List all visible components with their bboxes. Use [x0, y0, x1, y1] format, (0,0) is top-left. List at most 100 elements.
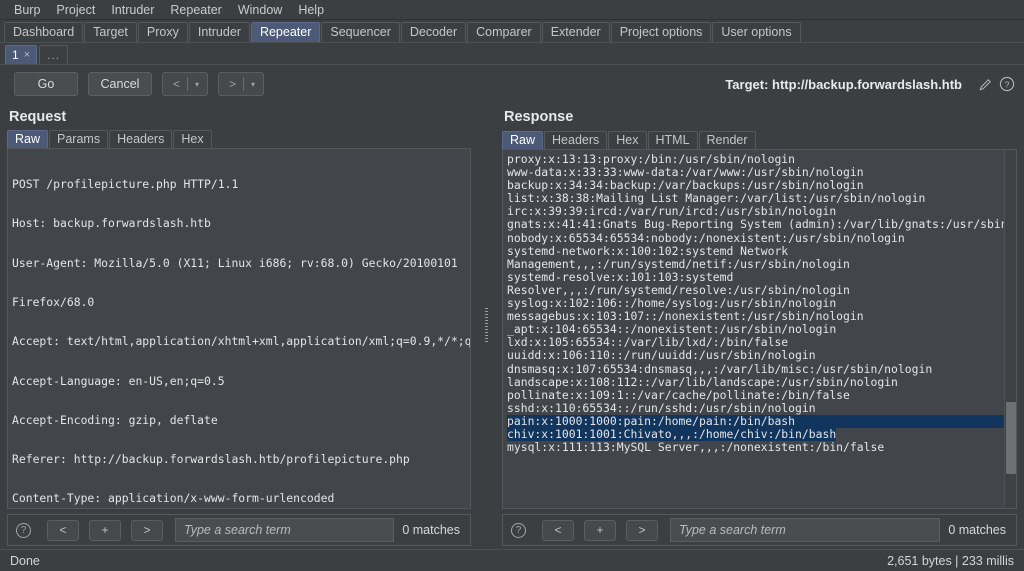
response-line: systemd-network:x:100:102:systemd Networ…	[507, 243, 789, 258]
response-line: nobody:x:65534:65534:nobody:/nonexistent…	[507, 230, 905, 245]
back-arrow-icon: <	[172, 77, 180, 91]
response-line: pain:x:1000:1000:pain:/home/pain:/bin/ba…	[507, 414, 1004, 428]
menu-item-burp[interactable]: Burp	[6, 1, 48, 19]
repeater-tab-add[interactable]: ...	[39, 45, 69, 64]
menu-item-intruder[interactable]: Intruder	[103, 1, 162, 19]
request-search-next-button[interactable]: >	[131, 519, 163, 541]
response-tab-bar: Raw Headers Hex HTML Render	[495, 130, 1024, 149]
response-tab-raw[interactable]: Raw	[502, 131, 544, 149]
response-line: Management,,,:/run/systemd/netif:/usr/sb…	[507, 256, 850, 271]
response-search-prev-button[interactable]: <	[542, 519, 574, 541]
request-line: Firefox/68.0	[12, 295, 95, 310]
response-tab-headers[interactable]: Headers	[544, 131, 608, 149]
menu-item-project[interactable]: Project	[48, 1, 103, 19]
request-tab-headers[interactable]: Headers	[109, 130, 173, 148]
response-editor[interactable]: proxy:x:13:13:proxy:/bin:/usr/sbin/nolog…	[503, 150, 1004, 508]
request-search-prev-button[interactable]: <	[47, 519, 79, 541]
response-tab-hex[interactable]: Hex	[608, 131, 647, 149]
menu-item-window[interactable]: Window	[230, 1, 290, 19]
tab-target[interactable]: Target	[84, 22, 137, 42]
burp-suite-window: Burp Project Intruder Repeater Window He…	[0, 0, 1024, 571]
close-icon[interactable]: ×	[24, 46, 30, 64]
response-search-input[interactable]: Type a search term	[670, 518, 941, 542]
svg-text:?: ?	[1005, 79, 1010, 89]
splitter-grip-icon[interactable]	[485, 308, 488, 344]
repeater-panes: Request Raw Params Headers Hex POST /pro…	[0, 103, 1024, 549]
tab-decoder[interactable]: Decoder	[400, 22, 467, 42]
menu-item-help[interactable]: Help	[290, 1, 332, 19]
back-button[interactable]: < ▾	[162, 72, 208, 96]
request-line: Accept: text/html,application/xhtml+xml,…	[12, 334, 470, 349]
request-line: Referer: http://backup.forwardslash.htb/…	[12, 452, 410, 467]
request-line: User-Agent: Mozilla/5.0 (X11; Linux i686…	[12, 255, 458, 270]
target-label: Target: http://backup.forwardslash.htb	[725, 76, 962, 92]
go-button[interactable]: Go	[14, 72, 78, 96]
response-line: sshd:x:110:65534::/run/sshd:/usr/sbin/no…	[507, 400, 816, 415]
response-search-bar: ? < + > Type a search term 0 matches	[502, 514, 1017, 546]
tab-extender[interactable]: Extender	[541, 22, 610, 42]
response-line: landscape:x:108:112::/var/lib/landscape:…	[507, 374, 898, 389]
response-scrollbar-thumb[interactable]	[1006, 402, 1016, 474]
request-tab-hex[interactable]: Hex	[173, 130, 212, 148]
response-line: systemd-resolve:x:101:103:systemd	[507, 269, 734, 284]
request-title: Request	[9, 109, 67, 125]
tab-project-options[interactable]: Project options	[610, 22, 712, 42]
request-match-count: 0 matches	[402, 523, 460, 537]
response-search-add-button[interactable]: +	[584, 519, 616, 541]
tab-dashboard[interactable]: Dashboard	[4, 22, 84, 42]
chevron-down-icon[interactable]: ▾	[244, 80, 262, 89]
pane-splitter[interactable]	[478, 103, 495, 549]
response-stats: 2,651 bytes | 233 millis	[887, 553, 1014, 568]
response-line: gnats:x:41:41:Gnats Bug-Reporting System…	[507, 217, 1004, 232]
menu-item-repeater[interactable]: Repeater	[162, 1, 229, 19]
tab-proxy[interactable]: Proxy	[137, 22, 188, 42]
chevron-down-icon[interactable]: ▾	[188, 80, 206, 89]
request-editor[interactable]: POST /profilepicture.php HTTP/1.1 Host: …	[8, 149, 470, 508]
tab-user-options[interactable]: User options	[712, 22, 801, 42]
main-tab-bar: Dashboard Target Proxy Intruder Repeater…	[0, 20, 1024, 43]
status-bar: Done 2,651 bytes | 233 millis	[0, 549, 1024, 571]
question-icon[interactable]: ?	[998, 75, 1016, 93]
tab-intruder[interactable]: Intruder	[188, 22, 250, 42]
response-tab-render[interactable]: Render	[698, 131, 756, 149]
repeater-tab-bar: 1 × ...	[0, 43, 1024, 65]
request-editor-wrap: POST /profilepicture.php HTTP/1.1 Host: …	[7, 148, 471, 509]
request-search-input[interactable]: Type a search term	[175, 518, 395, 542]
request-line: Host: backup.forwardslash.htb	[12, 216, 211, 231]
response-line: uuidd:x:106:110::/run/uuidd:/usr/sbin/no…	[507, 348, 816, 363]
request-tab-raw[interactable]: Raw	[7, 130, 49, 148]
menu-bar: Burp Project Intruder Repeater Window He…	[0, 0, 1024, 20]
forward-arrow-icon: >	[228, 77, 236, 91]
question-icon[interactable]: ?	[511, 522, 526, 538]
repeater-toolbar: Go Cancel < ▾ > ▾ Target: http://backup.…	[0, 65, 1024, 103]
cancel-button[interactable]: Cancel	[88, 72, 152, 96]
request-line: Accept-Encoding: gzip, deflate	[12, 412, 218, 427]
response-line: mysql:x:111:113:MySQL Server,,,:/nonexis…	[507, 440, 885, 455]
response-line: pollinate:x:109:1::/var/cache/pollinate:…	[507, 387, 850, 402]
repeater-tab-label: 1	[12, 48, 19, 62]
response-match-count: 0 matches	[948, 523, 1006, 537]
request-search-bar: ? < + > Type a search term 0 matches	[7, 514, 471, 546]
tab-repeater[interactable]: Repeater	[250, 22, 321, 42]
status-text: Done	[10, 553, 40, 568]
response-scrollbar[interactable]	[1004, 150, 1016, 508]
tab-comparer[interactable]: Comparer	[467, 22, 541, 42]
response-pane: Response Raw Headers Hex HTML Render pro…	[495, 103, 1024, 549]
repeater-tab-1[interactable]: 1 ×	[5, 45, 38, 64]
request-tab-params[interactable]: Params	[49, 130, 109, 148]
tab-sequencer[interactable]: Sequencer	[321, 22, 400, 42]
response-line: dnsmasq:x:107:65534:dnsmasq,,,:/var/lib/…	[507, 361, 933, 376]
response-title: Response	[504, 109, 574, 125]
response-search-next-button[interactable]: >	[626, 519, 658, 541]
request-search-add-button[interactable]: +	[89, 519, 121, 541]
question-icon[interactable]: ?	[16, 522, 31, 538]
pencil-icon[interactable]	[976, 75, 994, 93]
request-tab-bar: Raw Params Headers Hex	[0, 130, 478, 148]
response-line-selection: chiv:x:1001:1001:Chivato,,,:/home/chiv:/…	[507, 426, 837, 441]
request-pane: Request Raw Params Headers Hex POST /pro…	[0, 103, 478, 549]
response-editor-wrap: proxy:x:13:13:proxy:/bin:/usr/sbin/nolog…	[502, 149, 1017, 509]
request-line: POST /profilepicture.php HTTP/1.1	[12, 177, 239, 192]
response-tab-html[interactable]: HTML	[647, 131, 698, 149]
request-line: Accept-Language: en-US,en;q=0.5	[12, 373, 225, 388]
forward-button[interactable]: > ▾	[218, 72, 264, 96]
